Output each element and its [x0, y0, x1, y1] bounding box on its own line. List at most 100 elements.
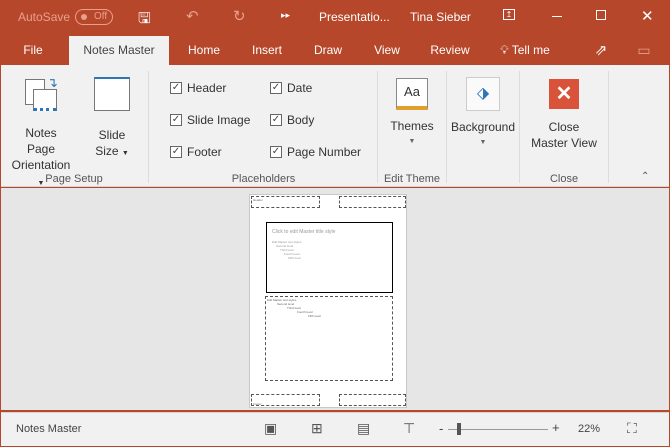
themes-icon: Aa	[396, 78, 428, 110]
checkbox-label: Page Number	[287, 145, 362, 159]
zoom-in-button[interactable]: +	[552, 420, 560, 435]
tab-notes-master[interactable]: Notes Master	[69, 36, 169, 65]
dropdown-arrow-icon: ▼	[408, 138, 416, 145]
slide-show-icon[interactable]: ⊤	[403, 420, 415, 437]
checkbox-body[interactable]: ✓ Body	[270, 113, 314, 127]
group-label-edit-theme: Edit Theme	[383, 173, 441, 185]
title-bar: AutoSave Off 🖫 ↶ ↻ ▸▸ Presentatio... Tin…	[1, 0, 669, 36]
reading-view-icon[interactable]: ▤	[357, 420, 370, 437]
lightbulb-icon: 💡︎	[500, 43, 509, 57]
close-label-1: Close	[548, 120, 580, 134]
header-placeholder[interactable]: Header	[251, 196, 320, 208]
tab-insert[interactable]: Insert	[247, 36, 287, 65]
zoom-out-button[interactable]: -	[439, 421, 443, 436]
divider	[446, 71, 447, 183]
background-button[interactable]: ⬗ Background ▼	[449, 77, 517, 151]
close-label-2: Master View	[531, 136, 597, 150]
more-commands-icon[interactable]: ▸▸	[281, 10, 290, 21]
comments-icon[interactable]: ▭	[634, 36, 654, 65]
status-bar: Notes Master ▣ ⊞ ▤ ⊤ - + 22% ⛶	[1, 412, 669, 446]
check-icon: ✓	[170, 146, 182, 158]
ribbon-tabs: File Notes Master Home Insert Draw View …	[1, 36, 669, 65]
checkbox-date[interactable]: ✓ Date	[270, 81, 312, 95]
save-icon[interactable]: 🖫	[138, 8, 151, 33]
slide-size-button[interactable]: Slide Size ▼	[89, 77, 135, 162]
slide-title: Click to edit Master title style	[272, 229, 336, 235]
checkbox-label: Body	[287, 113, 315, 127]
divider	[377, 71, 378, 183]
ribbon-display-icon[interactable]: ↥	[503, 9, 515, 20]
checkbox-page-number[interactable]: ✓ Page Number	[270, 145, 361, 159]
slide-body: Edit Master text styles Second level Thi…	[272, 240, 387, 260]
slide-size-label-1: Slide	[98, 128, 126, 142]
collapse-ribbon-icon[interactable]: ⌃	[641, 171, 649, 182]
close-window-button[interactable]: ✕	[641, 7, 654, 25]
background-styles-icon: ⬗	[466, 77, 500, 111]
checkbox-footer[interactable]: ✓ Footer	[170, 145, 222, 159]
check-icon: ✓	[270, 114, 282, 126]
document-title: Presentatio...	[319, 10, 390, 24]
orientation-icon: ↴	[23, 75, 59, 115]
zoom-slider[interactable]	[448, 429, 548, 430]
body-placeholder[interactable]: Edit Master text styles Second level Thi…	[265, 296, 393, 381]
autosave-toggle[interactable]: Off	[75, 9, 113, 25]
notes-page: Header Click to edit Master title style …	[249, 194, 407, 408]
tell-me[interactable]: 💡︎ Tell me	[493, 36, 557, 65]
background-label: Background	[450, 120, 516, 134]
divider	[519, 71, 520, 183]
normal-view-icon[interactable]: ▣	[264, 420, 277, 437]
powerpoint-window: AutoSave Off 🖫 ↶ ↻ ▸▸ Presentatio... Tin…	[1, 0, 669, 446]
tab-view[interactable]: View	[369, 36, 405, 65]
slide-sorter-icon[interactable]: ⊞	[311, 420, 323, 437]
maximize-button[interactable]	[596, 10, 606, 20]
footer-placeholder[interactable]: Footer	[251, 394, 320, 406]
minimize-button[interactable]	[552, 16, 562, 17]
group-label-placeholders: Placeholders	[231, 173, 296, 185]
checkbox-slide-image[interactable]: ✓ Slide Image	[170, 113, 250, 127]
tab-draw[interactable]: Draw	[309, 36, 347, 65]
share-icon[interactable]: ⇗	[591, 36, 611, 65]
zoom-level[interactable]: 22%	[578, 423, 600, 435]
tab-file[interactable]: File	[15, 36, 51, 65]
check-icon: ✓	[270, 146, 282, 158]
tab-home[interactable]: Home	[181, 36, 227, 65]
checkbox-label: Header	[187, 81, 227, 95]
check-icon: ✓	[170, 82, 182, 94]
checkbox-header[interactable]: ✓ Header	[170, 81, 226, 95]
slide-size-label-2: Size	[95, 144, 119, 158]
divider	[608, 71, 609, 183]
level-5: Fifth level	[288, 256, 301, 260]
orientation-label-2: Orientation	[11, 158, 71, 172]
redo-icon[interactable]: ↻	[233, 7, 246, 25]
orientation-label-1: Notes Page	[25, 126, 57, 156]
group-label-page-setup: Page Setup	[45, 173, 103, 185]
user-name[interactable]: Tina Sieber	[410, 10, 471, 24]
slide-image-placeholder[interactable]: Click to edit Master title style Edit Ma…	[266, 222, 393, 293]
close-x-icon: ✕	[549, 79, 579, 109]
checkbox-label: Footer	[187, 145, 222, 159]
notes-master-workspace: Header Click to edit Master title style …	[1, 188, 669, 410]
date-placeholder[interactable]	[339, 196, 406, 208]
undo-icon[interactable]: ↶	[186, 7, 199, 25]
divider	[148, 71, 149, 183]
group-label-close: Close	[549, 173, 579, 185]
zoom-slider-thumb[interactable]	[457, 423, 461, 435]
page-number-placeholder[interactable]	[339, 394, 406, 406]
slide-size-icon	[94, 77, 130, 111]
ribbon: ↴ Notes Page Orientation ▼ Slide Size ▼ …	[1, 65, 669, 187]
check-icon: ✓	[170, 114, 182, 126]
dropdown-arrow-icon: ▼	[479, 139, 487, 146]
checkbox-label: Slide Image	[187, 113, 251, 127]
checkbox-label: Date	[287, 81, 313, 95]
dropdown-arrow-icon: ▼	[121, 150, 129, 157]
themes-button[interactable]: Aa Themes ▼	[386, 78, 438, 150]
view-mode-label: Notes Master	[16, 423, 82, 435]
themes-label: Themes	[390, 119, 434, 133]
tell-me-label: Tell me	[511, 43, 550, 57]
autosave-label: AutoSave	[18, 10, 71, 24]
fit-to-window-icon[interactable]: ⛶	[627, 420, 637, 437]
level-5: Fifth level	[308, 314, 321, 318]
tab-review[interactable]: Review	[427, 36, 473, 65]
close-master-view-button[interactable]: ✕ Close Master View	[525, 79, 603, 151]
check-icon: ✓	[270, 82, 282, 94]
